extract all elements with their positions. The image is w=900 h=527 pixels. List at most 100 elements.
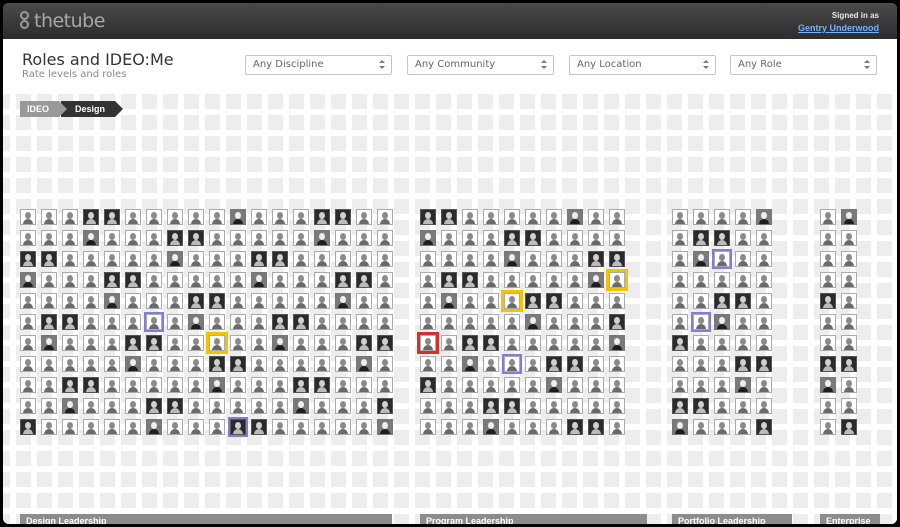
person-photo[interactable] bbox=[735, 251, 751, 267]
person-photo[interactable] bbox=[20, 230, 36, 246]
person-photo[interactable] bbox=[104, 398, 120, 414]
person-photo[interactable] bbox=[441, 335, 457, 351]
person-photo[interactable] bbox=[146, 230, 162, 246]
person-photo[interactable] bbox=[588, 272, 604, 288]
person-photo[interactable] bbox=[83, 356, 99, 372]
person-photo[interactable] bbox=[609, 209, 625, 225]
person-photo[interactable] bbox=[483, 377, 499, 393]
person-photo[interactable] bbox=[546, 314, 562, 330]
person-photo[interactable] bbox=[335, 251, 351, 267]
person-photo[interactable] bbox=[335, 272, 351, 288]
person-photo[interactable] bbox=[606, 269, 628, 291]
person-photo[interactable] bbox=[251, 314, 267, 330]
person-photo[interactable] bbox=[20, 293, 36, 309]
person-photo[interactable] bbox=[125, 209, 141, 225]
person-photo[interactable] bbox=[314, 293, 330, 309]
person-photo[interactable] bbox=[420, 356, 436, 372]
person-photo[interactable] bbox=[693, 377, 709, 393]
person-photo[interactable] bbox=[546, 377, 562, 393]
person-photo[interactable] bbox=[206, 332, 228, 354]
person-photo[interactable] bbox=[293, 377, 309, 393]
person-photo[interactable] bbox=[735, 272, 751, 288]
person-photo[interactable] bbox=[820, 377, 836, 393]
person-photo[interactable] bbox=[525, 398, 541, 414]
person-photo[interactable] bbox=[167, 272, 183, 288]
person-photo[interactable] bbox=[20, 419, 36, 435]
person-photo[interactable] bbox=[714, 272, 730, 288]
person-photo[interactable] bbox=[420, 293, 436, 309]
person-photo[interactable] bbox=[483, 356, 499, 372]
community-filter[interactable]: Any Community bbox=[407, 55, 554, 75]
person-photo[interactable] bbox=[735, 419, 751, 435]
person-photo[interactable] bbox=[104, 356, 120, 372]
person-photo[interactable] bbox=[504, 272, 520, 288]
person-photo[interactable] bbox=[125, 335, 141, 351]
person-photo[interactable] bbox=[504, 230, 520, 246]
person-photo[interactable] bbox=[588, 314, 604, 330]
person-photo[interactable] bbox=[228, 417, 248, 437]
person-photo[interactable] bbox=[230, 230, 246, 246]
person-photo[interactable] bbox=[567, 293, 583, 309]
person-photo[interactable] bbox=[62, 398, 78, 414]
person-photo[interactable] bbox=[230, 293, 246, 309]
person-photo[interactable] bbox=[167, 209, 183, 225]
person-photo[interactable] bbox=[188, 230, 204, 246]
person-photo[interactable] bbox=[41, 272, 57, 288]
person-photo[interactable] bbox=[83, 314, 99, 330]
person-photo[interactable] bbox=[714, 209, 730, 225]
person-photo[interactable] bbox=[293, 314, 309, 330]
person-photo[interactable] bbox=[483, 230, 499, 246]
person-photo[interactable] bbox=[83, 335, 99, 351]
person-photo[interactable] bbox=[188, 293, 204, 309]
person-photo[interactable] bbox=[756, 209, 772, 225]
person-photo[interactable] bbox=[83, 398, 99, 414]
person-photo[interactable] bbox=[504, 314, 520, 330]
person-photo[interactable] bbox=[62, 272, 78, 288]
person-photo[interactable] bbox=[483, 419, 499, 435]
person-photo[interactable] bbox=[672, 209, 688, 225]
person-photo[interactable] bbox=[756, 272, 772, 288]
person-photo[interactable] bbox=[525, 230, 541, 246]
person-photo[interactable] bbox=[841, 419, 857, 435]
person-photo[interactable] bbox=[735, 377, 751, 393]
person-photo[interactable] bbox=[441, 419, 457, 435]
person-photo[interactable] bbox=[335, 293, 351, 309]
role-bar-program-leadership[interactable]: Program Leadership bbox=[420, 514, 647, 524]
person-photo[interactable] bbox=[377, 272, 393, 288]
role-bar-portfolio-leadership[interactable]: Portfolio Leadership bbox=[672, 514, 792, 524]
person-photo[interactable] bbox=[462, 398, 478, 414]
person-photo[interactable] bbox=[672, 335, 688, 351]
person-photo[interactable] bbox=[144, 312, 164, 332]
person-photo[interactable] bbox=[293, 335, 309, 351]
person-photo[interactable] bbox=[188, 209, 204, 225]
person-photo[interactable] bbox=[525, 356, 541, 372]
person-photo[interactable] bbox=[209, 209, 225, 225]
person-photo[interactable] bbox=[735, 398, 751, 414]
person-photo[interactable] bbox=[83, 251, 99, 267]
person-photo[interactable] bbox=[567, 314, 583, 330]
person-photo[interactable] bbox=[462, 419, 478, 435]
person-photo[interactable] bbox=[567, 230, 583, 246]
person-photo[interactable] bbox=[41, 398, 57, 414]
person-photo[interactable] bbox=[272, 419, 288, 435]
discipline-filter[interactable]: Any Discipline bbox=[245, 55, 392, 75]
person-photo[interactable] bbox=[335, 377, 351, 393]
person-photo[interactable] bbox=[188, 377, 204, 393]
person-photo[interactable] bbox=[525, 209, 541, 225]
person-photo[interactable] bbox=[841, 314, 857, 330]
person-photo[interactable] bbox=[293, 419, 309, 435]
person-photo[interactable] bbox=[714, 356, 730, 372]
person-photo[interactable] bbox=[546, 230, 562, 246]
person-photo[interactable] bbox=[272, 293, 288, 309]
person-photo[interactable] bbox=[146, 251, 162, 267]
person-photo[interactable] bbox=[188, 314, 204, 330]
person-photo[interactable] bbox=[820, 335, 836, 351]
person-photo[interactable] bbox=[62, 356, 78, 372]
person-photo[interactable] bbox=[293, 272, 309, 288]
person-photo[interactable] bbox=[714, 314, 730, 330]
person-photo[interactable] bbox=[377, 251, 393, 267]
person-photo[interactable] bbox=[356, 251, 372, 267]
person-photo[interactable] bbox=[672, 293, 688, 309]
person-photo[interactable] bbox=[188, 398, 204, 414]
person-photo[interactable] bbox=[356, 335, 372, 351]
